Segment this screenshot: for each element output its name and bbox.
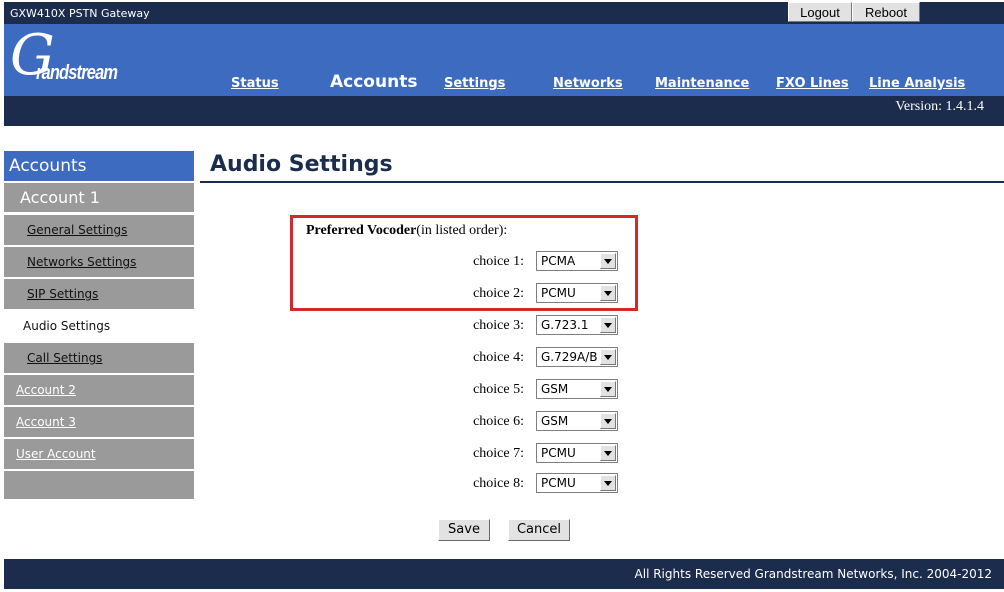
- page-title: Audio Settings: [210, 152, 393, 177]
- nav-status[interactable]: Status: [231, 76, 279, 91]
- sidebar-current-account: Account 1: [4, 183, 194, 212]
- sidebar-item-sip-settings[interactable]: SIP Settings: [4, 279, 194, 309]
- vocoder-choice-label: choice 3:: [473, 318, 524, 333]
- header: G randstream Status Accounts Settings Ne…: [4, 24, 1004, 96]
- reboot-button[interactable]: Reboot: [852, 2, 920, 22]
- vocoder-choice-row: choice 8: PCMU: [400, 473, 630, 495]
- device-name: GXW410X PSTN Gateway: [10, 7, 150, 20]
- chevron-down-icon: [600, 317, 616, 333]
- sidebar-filler: [4, 471, 194, 499]
- nav-accounts[interactable]: Accounts: [330, 72, 417, 92]
- sidebar-item-label: Account 3: [16, 415, 76, 429]
- vocoder-choice-label: choice 7:: [473, 446, 524, 461]
- vocoder-choice-row: choice 3: G.723.1: [400, 315, 630, 337]
- chevron-down-icon: [600, 413, 616, 429]
- select-value: GSM: [541, 414, 569, 428]
- vocoder-choice-label: choice 8:: [473, 476, 524, 491]
- nav-maintenance[interactable]: Maintenance: [655, 76, 749, 91]
- sidebar-item-label: Audio Settings: [23, 319, 111, 333]
- sidebar-item-label: General Settings: [27, 223, 128, 237]
- sidebar-item-call-settings[interactable]: Call Settings: [4, 343, 194, 373]
- sidebar-item-general-settings[interactable]: General Settings: [4, 215, 194, 245]
- cancel-button[interactable]: Cancel: [508, 519, 570, 541]
- sidebar-item-account-3[interactable]: Account 3: [4, 407, 194, 437]
- select-value: G.723.1: [541, 318, 589, 332]
- vocoder-choice-7-select[interactable]: PCMU: [536, 443, 618, 463]
- vocoder-choice-row: choice 7: PCMU: [400, 443, 630, 465]
- footer: All Rights Reserved Grandstream Networks…: [4, 559, 1004, 589]
- firmware-version: Version: 1.4.1.4: [895, 99, 984, 114]
- save-button[interactable]: Save: [438, 519, 490, 541]
- chevron-down-icon: [600, 349, 616, 365]
- vocoder-choice-row: choice 5: GSM: [400, 379, 630, 401]
- logout-button[interactable]: Logout: [788, 2, 852, 22]
- vocoder-choice-row: choice 6: GSM: [400, 411, 630, 433]
- vocoder-choice-8-select[interactable]: PCMU: [536, 473, 618, 493]
- nav-networks[interactable]: Networks: [553, 76, 623, 91]
- vocoder-choice-3-select[interactable]: G.723.1: [536, 315, 618, 335]
- vocoder-choice-label: choice 5:: [473, 382, 524, 397]
- sidebar-item-user-account[interactable]: User Account: [4, 439, 194, 469]
- select-value: PCMU: [541, 446, 576, 460]
- sidebar-item-label: Networks Settings: [27, 255, 137, 269]
- vocoder-choice-label: choice 4:: [473, 350, 524, 365]
- select-value: GSM: [541, 382, 569, 396]
- sidebar-item-audio-settings[interactable]: Audio Settings: [4, 311, 194, 341]
- sidebar-item-label: SIP Settings: [27, 287, 99, 301]
- nav-settings[interactable]: Settings: [444, 76, 505, 91]
- title-divider: [200, 181, 1004, 183]
- vocoder-choice-label: choice 6:: [473, 414, 524, 429]
- sidebar-item-account-2[interactable]: Account 2: [4, 375, 194, 405]
- vocoder-choice-4-select[interactable]: G.729A/B: [536, 347, 618, 367]
- sidebar-title: Accounts: [4, 151, 194, 181]
- chevron-down-icon: [600, 475, 616, 491]
- nav-line-analysis[interactable]: Line Analysis: [869, 76, 965, 91]
- vocoder-choice-row: choice 4: G.729A/B: [400, 347, 630, 369]
- select-value: PCMU: [541, 476, 576, 490]
- highlight-annotation-box: [290, 215, 638, 311]
- sidebar-item-label: Account 2: [16, 383, 76, 397]
- logo-wordmark: randstream: [36, 62, 118, 84]
- sidebar-item-label: Call Settings: [27, 351, 103, 365]
- nav-fxo-lines[interactable]: FXO Lines: [776, 76, 849, 91]
- version-bar: Version: 1.4.1.4: [4, 96, 1004, 126]
- grandstream-logo: G randstream: [8, 26, 118, 92]
- vocoder-choice-5-select[interactable]: GSM: [536, 379, 618, 399]
- chevron-down-icon: [600, 445, 616, 461]
- sidebar-item-networks-settings[interactable]: Networks Settings: [4, 247, 194, 277]
- select-value: G.729A/B: [541, 350, 598, 364]
- vocoder-choice-6-select[interactable]: GSM: [536, 411, 618, 431]
- chevron-down-icon: [600, 381, 616, 397]
- sidebar-item-label: User Account: [16, 447, 96, 461]
- copyright-text: All Rights Reserved Grandstream Networks…: [634, 567, 992, 581]
